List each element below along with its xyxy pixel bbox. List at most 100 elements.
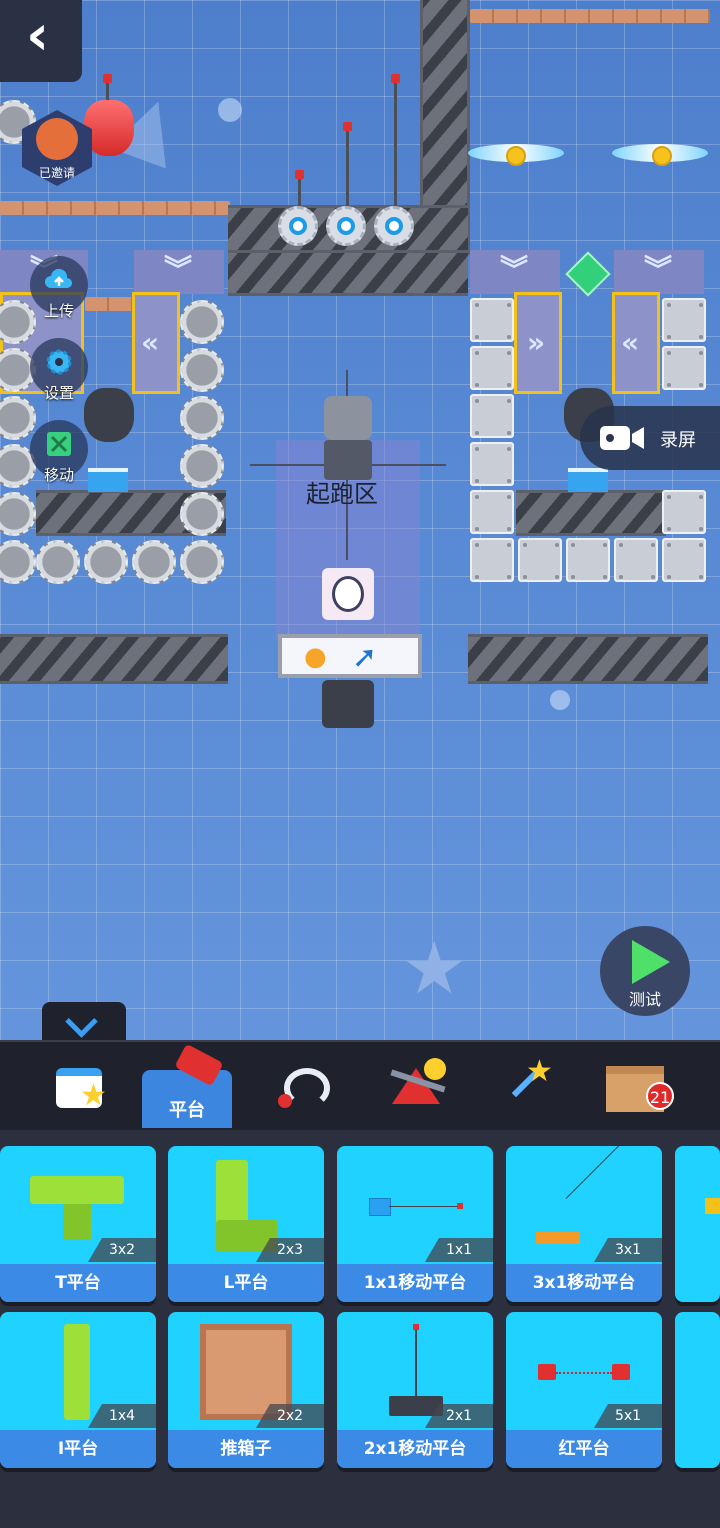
gear-icon	[326, 206, 366, 246]
item-card-l-platform[interactable]: 2x3 L平台	[168, 1146, 324, 1302]
tab-platform-label: 平台	[169, 1100, 205, 1121]
bubble-decoration	[218, 98, 242, 122]
category-tabs: ★ 平台 ★ 21	[0, 1040, 720, 1130]
avatar	[36, 118, 78, 160]
item-name: 红平台	[506, 1430, 662, 1468]
gear-icon	[278, 206, 318, 246]
red-platform-icon	[174, 1043, 224, 1087]
item-card-push-box[interactable]: 2x2 推箱子	[168, 1312, 324, 1468]
item-card-t-platform[interactable]: 3x2 T平台	[0, 1146, 156, 1302]
settings-button[interactable]: 设置	[30, 338, 88, 402]
saw-blade-icon	[180, 396, 224, 440]
tab-box[interactable]: 21	[596, 1056, 686, 1126]
propeller-hub	[652, 146, 672, 166]
back-button[interactable]: ‹	[0, 0, 82, 82]
move-arrows-icon	[47, 432, 71, 456]
saw-blade-icon	[180, 348, 224, 392]
gear-icon	[374, 206, 414, 246]
saw-blade-icon	[180, 540, 224, 584]
item-name: 1x1移动平台	[337, 1264, 493, 1302]
tab-trap[interactable]	[270, 1056, 360, 1126]
ball-icon	[424, 1058, 446, 1080]
settings-label: 设置	[43, 384, 74, 402]
start-zone-label: 起跑区	[306, 480, 378, 508]
item-card-partial[interactable]	[675, 1312, 720, 1468]
conveyor-down: ︾	[614, 250, 704, 294]
item-card-3x1-moving-platform[interactable]: 3x1 3x1移动平台	[506, 1146, 662, 1302]
saw-blade-icon	[180, 492, 224, 536]
conveyor-right: »	[514, 292, 562, 394]
item-card-2x1-moving-platform[interactable]: 2x1 2x1移动平台	[337, 1312, 493, 1468]
level-editor-scene[interactable]: ★ ︾ ︾ ︾ ︾ « » «	[0, 0, 720, 1040]
metal-block	[470, 346, 514, 390]
item-toolbar: ★ 平台 ★ 21 3x2 T平台 2x3 L平台 1x1 1x1移动平台 3x…	[0, 1040, 720, 1528]
saw-blade-icon	[132, 540, 176, 584]
star-icon: ★	[526, 1054, 553, 1089]
hazard-strip	[0, 634, 228, 684]
play-icon	[632, 940, 670, 984]
trap-dot	[278, 1094, 292, 1108]
record-label: 录屏	[660, 430, 696, 451]
star-decoration-icon: ★	[402, 926, 467, 1010]
conveyor-left: «	[612, 292, 660, 394]
item-card-i-platform[interactable]: 1x4 I平台	[0, 1312, 156, 1468]
conveyor-down: ︾	[134, 250, 224, 294]
item-card-red-platform[interactable]: 5x1 红平台	[506, 1312, 662, 1468]
tab-calendar[interactable]: ★	[36, 1056, 126, 1126]
saw-blade-icon	[180, 444, 224, 488]
move-label: 移动	[43, 466, 74, 484]
black-cannon-icon	[84, 388, 134, 442]
conveyor-left: «	[132, 292, 180, 394]
metal-block	[470, 490, 514, 534]
star-icon: ★	[80, 1078, 107, 1113]
item-card-partial[interactable]	[675, 1146, 720, 1302]
notification-badge: 21	[646, 1082, 674, 1110]
player-avatar[interactable]	[322, 568, 374, 620]
brick-piece	[85, 297, 135, 311]
metal-block	[662, 490, 706, 534]
metal-block	[662, 538, 706, 582]
propeller-hub	[506, 146, 526, 166]
chevron-down-icon	[65, 1005, 98, 1038]
tab-seesaw[interactable]	[380, 1056, 470, 1126]
record-button[interactable]: 录屏	[580, 406, 720, 470]
bubble-decoration	[550, 690, 570, 710]
hazard-strip	[228, 250, 468, 296]
saw-blade-icon	[84, 540, 128, 584]
spring-pad-icon	[88, 468, 128, 492]
test-label: 测试	[628, 990, 661, 1009]
back-arrow-icon: ‹	[26, 3, 50, 68]
metal-block	[566, 538, 610, 582]
metal-block	[662, 298, 706, 342]
spring-pad-icon	[568, 468, 608, 492]
lever-pole	[295, 170, 304, 206]
tab-platform[interactable]: 平台	[142, 1043, 232, 1128]
hazard-strip	[468, 634, 708, 684]
item-card-1x1-moving-platform[interactable]: 1x1 1x1移动平台	[337, 1146, 493, 1302]
item-name: 推箱子	[168, 1430, 324, 1468]
test-button[interactable]: 测试	[600, 926, 690, 1016]
item-name: 2x1移动平台	[337, 1430, 493, 1468]
metal-block	[470, 538, 514, 582]
metal-block	[470, 394, 514, 438]
tab-wand[interactable]: ★	[490, 1054, 580, 1126]
hazard-strip	[516, 490, 666, 536]
conveyor-down: ︾	[470, 250, 560, 294]
saw-blade-icon	[36, 540, 80, 584]
item-name: I平台	[0, 1430, 156, 1468]
saw-blade-icon	[180, 300, 224, 344]
lever-pole	[343, 122, 352, 206]
lever-pole	[391, 74, 400, 206]
brick-row	[470, 9, 710, 23]
upload-label: 上传	[43, 302, 74, 320]
video-camera-icon	[600, 426, 644, 450]
cat-face-icon: ●	[304, 642, 327, 672]
move-button[interactable]: 移动	[30, 420, 88, 484]
arrow-up-right-icon: ➚	[352, 640, 378, 675]
black-block	[322, 680, 374, 728]
start-pad: ● ➚	[278, 634, 422, 678]
collapse-toolbar-button[interactable]	[42, 1002, 126, 1042]
item-name: 3x1移动平台	[506, 1264, 662, 1302]
upload-button[interactable]: 上传	[30, 256, 88, 320]
metal-block	[518, 538, 562, 582]
